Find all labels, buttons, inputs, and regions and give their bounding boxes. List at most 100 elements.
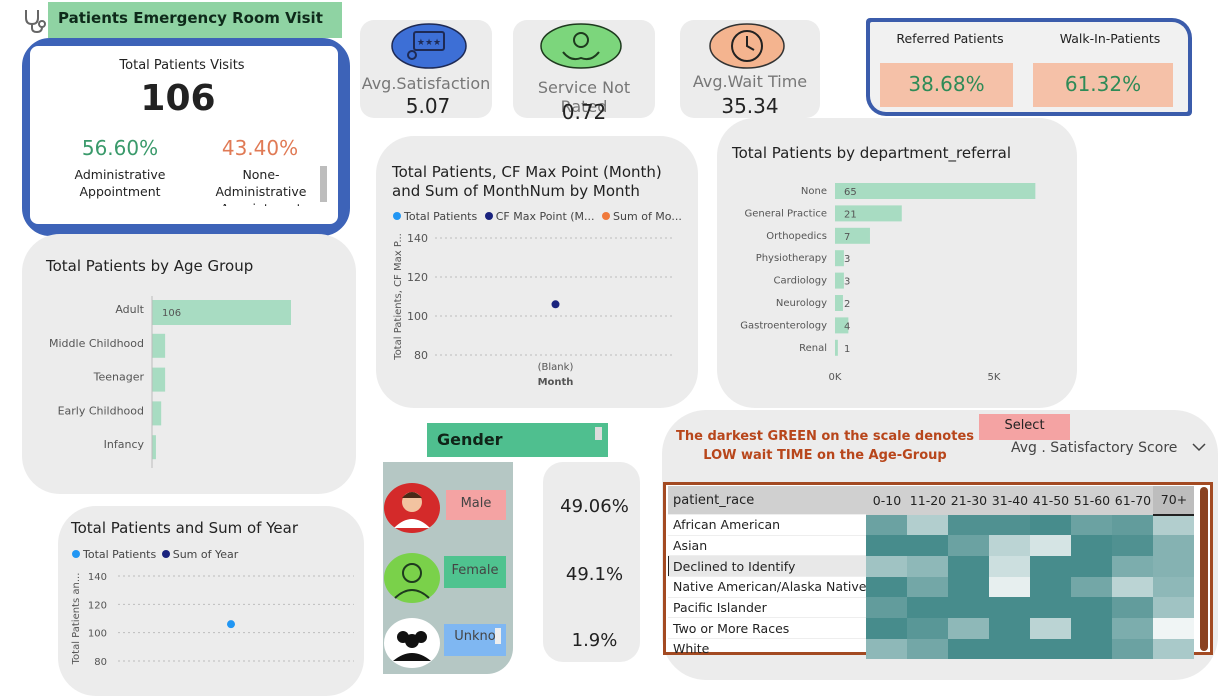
gender-scrollbar[interactable] xyxy=(595,427,602,440)
visits-scrollbar[interactable] xyxy=(320,166,327,202)
heatmap-cell[interactable] xyxy=(989,617,1031,639)
heatmap-cell[interactable] xyxy=(1153,514,1195,536)
heatmap-cell[interactable] xyxy=(1030,617,1072,639)
heatmap-cell[interactable] xyxy=(866,555,908,577)
heatmap-cell[interactable] xyxy=(1071,555,1113,577)
heatmap-cell[interactable] xyxy=(907,597,949,618)
svg-text:★★★: ★★★ xyxy=(417,38,441,48)
heatmap-cell[interactable] xyxy=(1112,555,1154,577)
heatmap-column-header[interactable]: 41-50 xyxy=(1030,486,1072,515)
heatmap-cell[interactable] xyxy=(1030,555,1072,577)
heatmap-cell[interactable] xyxy=(1030,638,1072,659)
heatmap-cell[interactable] xyxy=(948,514,990,536)
heatmap-cell[interactable] xyxy=(1153,555,1195,577)
heatmap-cell[interactable] xyxy=(1112,535,1154,556)
heatmap-cell[interactable] xyxy=(1030,576,1072,598)
heatmap-row-label[interactable]: Asian xyxy=(668,534,867,556)
heatmap-row-label[interactable]: Two or More Races xyxy=(668,617,867,639)
heatmap-cell[interactable] xyxy=(1071,535,1113,556)
heatmap-cell[interactable] xyxy=(948,597,990,618)
heatmap-cell[interactable] xyxy=(1112,576,1154,598)
legend-dot-cf-max xyxy=(484,212,493,220)
heatmap-cell[interactable] xyxy=(1071,638,1113,659)
age-group-chart: Adult 106 Middle Childhood Teenager Early Ch… xyxy=(49,296,291,468)
heatmap-column-header[interactable]: 70+ xyxy=(1153,486,1195,516)
heatmap-cell[interactable] xyxy=(1153,576,1195,598)
heatmap-cell[interactable] xyxy=(1112,638,1154,659)
dept-bar-value: 65 xyxy=(844,187,857,198)
heatmap-cell[interactable] xyxy=(866,514,908,536)
heatmap-column-header[interactable]: 11-20 xyxy=(907,486,949,515)
heatmap-row-label[interactable]: White xyxy=(668,638,867,659)
heatmap-cell[interactable] xyxy=(948,555,990,577)
heatmap-cell[interactable] xyxy=(866,597,908,618)
heatmap-cell[interactable] xyxy=(1153,638,1195,659)
heatmap-cell[interactable] xyxy=(1030,535,1072,556)
kpi-card-satisfaction: ★★★ Avg.Satisfaction 5.07 xyxy=(360,20,492,118)
gender-male-button[interactable]: Male xyxy=(446,490,506,520)
heatmap-cell[interactable] xyxy=(1112,597,1154,618)
heatmap-cell[interactable] xyxy=(866,576,908,598)
select-button[interactable]: Select xyxy=(979,414,1070,440)
heatmap-cell[interactable] xyxy=(907,576,949,598)
heatmap-column-header[interactable]: 21-30 xyxy=(948,486,990,515)
heatmap-cell[interactable] xyxy=(1153,535,1195,556)
heatmap-cell[interactable] xyxy=(1071,514,1113,536)
heatmap-cell[interactable] xyxy=(1071,576,1113,598)
heatmap-row-header[interactable]: patient_race xyxy=(668,486,867,515)
heatmap-cell[interactable] xyxy=(1112,617,1154,639)
heatmap-cell[interactable] xyxy=(989,514,1031,536)
heatmap-cell[interactable] xyxy=(866,535,908,556)
heatmap-cell[interactable] xyxy=(1030,514,1072,536)
score-dropdown-label: Avg . Satisfactory Score xyxy=(1011,440,1178,456)
customer-review-icon: ★★★ xyxy=(391,23,467,69)
heatmap-column-header[interactable]: 51-60 xyxy=(1071,486,1113,515)
heatmap-row-label[interactable]: Native American/Alaska Native xyxy=(668,576,867,598)
heatmap-cell[interactable] xyxy=(989,555,1031,577)
age-bar-value: 106 xyxy=(162,308,181,319)
legend-sum-month-label: Sum of Mo... xyxy=(613,210,682,223)
heatmap-cell[interactable] xyxy=(907,617,949,639)
heatmap-scrollbar[interactable] xyxy=(1200,487,1208,651)
gender-female-button[interactable]: Female xyxy=(444,556,506,588)
month-ylabel: Total Patients, CF Max P... xyxy=(393,233,404,361)
gender-title: Gender xyxy=(437,430,503,449)
heatmap-column-header[interactable]: 61-70 xyxy=(1112,486,1154,515)
score-dropdown[interactable]: Avg . Satisfactory Score xyxy=(1011,440,1206,456)
heatmap-cell[interactable] xyxy=(907,514,949,536)
age-category-label: Middle Childhood xyxy=(49,337,144,350)
heatmap-cell[interactable] xyxy=(1071,617,1113,639)
heatmap-cell[interactable] xyxy=(1030,597,1072,618)
heatmap-cell[interactable] xyxy=(989,576,1031,598)
heatmap-column-header[interactable]: 0-10 xyxy=(866,486,908,515)
heatmap-cell[interactable] xyxy=(989,535,1031,556)
heatmap-cell[interactable] xyxy=(948,638,990,659)
heatmap-cell[interactable] xyxy=(1071,597,1113,618)
gender-header: Gender xyxy=(427,423,608,457)
heatmap-cell[interactable] xyxy=(907,535,949,556)
heatmap-cell[interactable] xyxy=(948,535,990,556)
heatmap-cell[interactable] xyxy=(1112,514,1154,536)
total-visits-label: Total Patients Visits xyxy=(119,58,245,73)
heatmap-row-label[interactable]: African American xyxy=(668,514,867,536)
heatmap-cell[interactable] xyxy=(948,617,990,639)
heatmap-row: White xyxy=(668,638,1195,659)
heatmap-cell[interactable] xyxy=(989,638,1031,659)
dept-bar xyxy=(835,272,844,289)
heatmap-cell[interactable] xyxy=(866,638,908,659)
heatmap-cell[interactable] xyxy=(989,597,1031,618)
heatmap-cell[interactable] xyxy=(948,576,990,598)
heatmap-row-label[interactable]: Pacific Islander xyxy=(668,596,867,618)
dept-category-label: General Practice xyxy=(744,208,827,219)
dept-bar-value: 3 xyxy=(844,254,850,265)
group-avatar-icon xyxy=(384,618,440,668)
heatmap-cell[interactable] xyxy=(1153,597,1195,618)
heatmap-column-header[interactable]: 31-40 xyxy=(989,486,1031,515)
heatmap-cell[interactable] xyxy=(907,638,949,659)
department-chart: None 65General Practice 21Orthopedics 7Phys… xyxy=(740,183,1036,383)
heatmap-row-label[interactable]: Declined to Identify xyxy=(668,555,867,577)
heatmap-cell[interactable] xyxy=(1153,617,1195,639)
heatmap-cell[interactable] xyxy=(866,617,908,639)
unknown-scrollbar[interactable] xyxy=(495,628,501,644)
heatmap-cell[interactable] xyxy=(907,555,949,577)
